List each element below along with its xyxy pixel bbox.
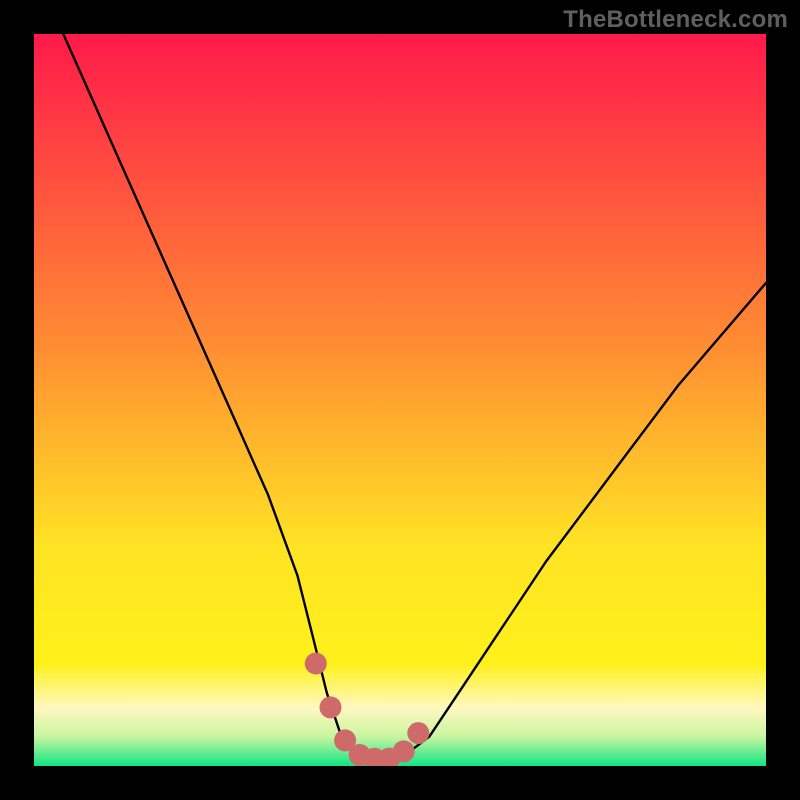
chart-frame: TheBottleneck.com (0, 0, 800, 800)
highlight-marker (407, 722, 429, 744)
highlight-marker (393, 740, 415, 762)
attribution-label: TheBottleneck.com (563, 6, 788, 34)
highlight-marker (320, 696, 342, 718)
bottleneck-chart (34, 34, 766, 766)
highlight-marker (305, 653, 327, 675)
gradient-background (34, 34, 766, 766)
plot-area (34, 34, 766, 766)
